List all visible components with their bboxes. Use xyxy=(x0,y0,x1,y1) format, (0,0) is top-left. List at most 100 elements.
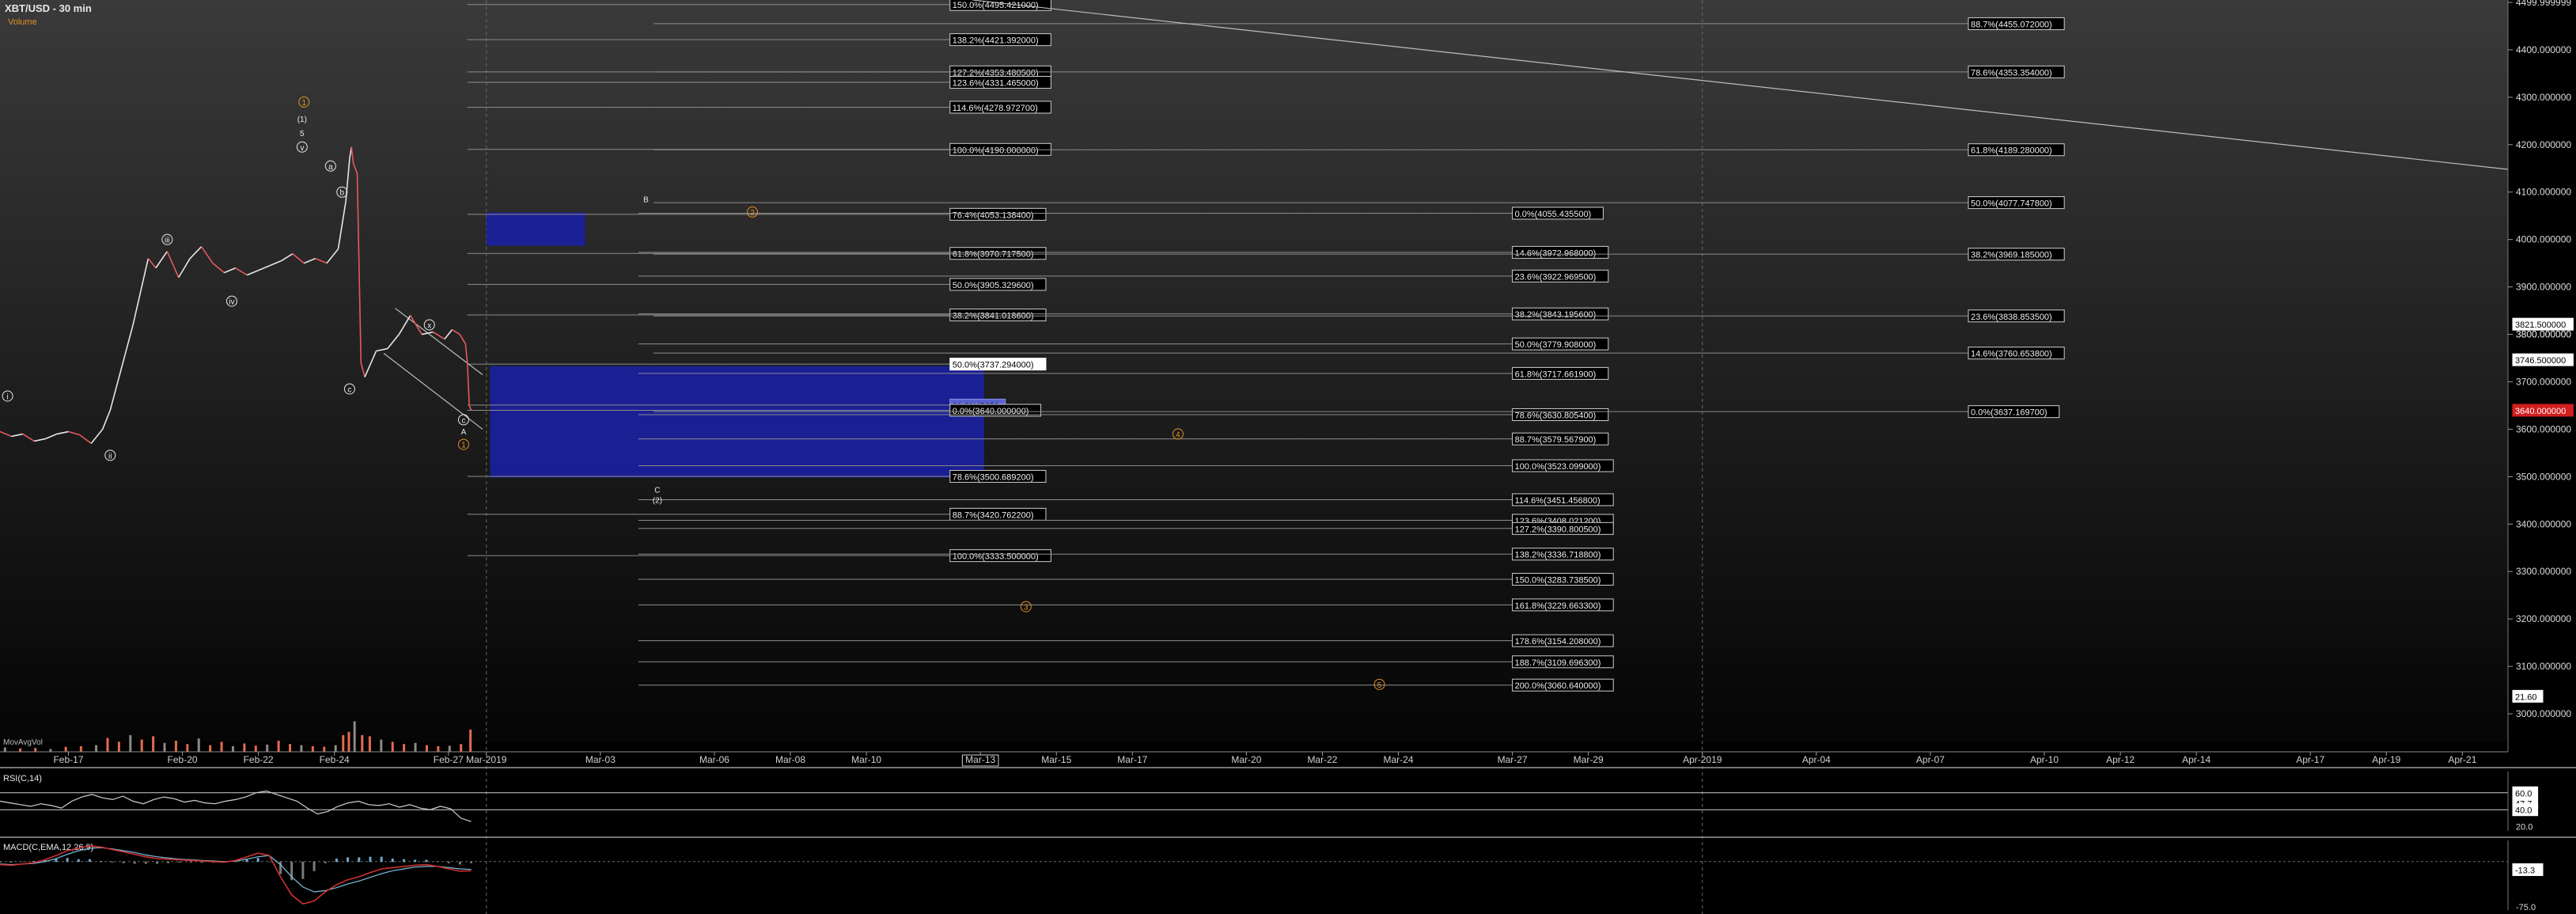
price-tick-label: 3500.000000 xyxy=(2516,471,2571,482)
volume-bar xyxy=(380,739,383,752)
price-tick-label: 4100.000000 xyxy=(2516,187,2571,198)
fib-level-23-tag: 88.7%(3579.567900) xyxy=(1512,432,1609,446)
volume-bar xyxy=(19,748,22,752)
fib-level-14-label: 88.7%(3420.762200) xyxy=(953,510,1034,520)
time-tick-label: Feb-20 xyxy=(168,754,198,765)
time-tick-label: Apr-12 xyxy=(2106,754,2135,765)
price-tick-label: 3600.000000 xyxy=(2516,423,2571,434)
macd-histogram-bar xyxy=(447,861,450,863)
fib-level-24-label: 100.0%(3523.099000) xyxy=(1515,462,1601,472)
wave-label-text: (2) xyxy=(653,497,662,506)
trading-chart[interactable]: 150.0%(4495.421000)138.2%(4421.392000)12… xyxy=(0,0,2576,914)
price-tag-3-tag: 3640.000000 xyxy=(2512,404,2574,417)
time-tick-label: Apr-14 xyxy=(2182,754,2210,765)
fib-level-40-tag: 14.6%(3760.653800) xyxy=(1968,347,2065,360)
time-tick-label: Apr-19 xyxy=(2372,754,2400,765)
wave-label-text: 1 xyxy=(301,99,306,108)
volume-bar xyxy=(347,731,350,752)
fib-level-38-tag: 38.2%(3969.185000) xyxy=(1968,248,2065,261)
wave-label-text: ii xyxy=(108,452,112,461)
fib-level-4-tag: 114.6%(4278.972700) xyxy=(949,101,1051,114)
macd-histogram-bar xyxy=(77,859,80,863)
price-tag-4-label: 21.60 xyxy=(2515,692,2537,702)
volume-average-label: MovAvgVol xyxy=(3,738,43,747)
rsi-title: RSI(C,14) xyxy=(3,774,42,783)
price-tick-label: 3700.000000 xyxy=(2516,376,2571,387)
volume-bar xyxy=(311,746,314,752)
wave-label-text: 3 xyxy=(1024,604,1029,612)
volume-bar xyxy=(231,746,234,752)
macd-histogram-bar xyxy=(32,861,36,863)
wave-label-text: C xyxy=(654,487,660,495)
price-tick-label: 3300.000000 xyxy=(2516,566,2571,577)
fib-level-18-tag: 23.6%(3922.969500) xyxy=(1512,269,1609,283)
price-tag-4-tag: 21.60 xyxy=(2512,689,2544,703)
time-tick-label: Mar-08 xyxy=(775,754,805,765)
macd-histogram-bar xyxy=(335,858,338,863)
time-tick-label: Feb-27 xyxy=(434,754,464,765)
macd-histogram-bar xyxy=(200,861,203,863)
time-tick-label: Apr-07 xyxy=(1916,754,1945,765)
macd-histogram-bar xyxy=(369,856,372,863)
volume-bar xyxy=(49,749,52,752)
wave-label-text: 5 xyxy=(300,130,305,138)
volume-bar xyxy=(323,746,326,752)
volume-bar xyxy=(3,747,6,752)
fib-level-41-tag: 0.0%(3637.169700) xyxy=(1968,405,2060,419)
fib-level-8-label: 50.0%(3905.329600) xyxy=(953,281,1034,290)
price-panel-background xyxy=(0,0,2508,742)
wave-label-text: 2 xyxy=(750,209,755,218)
macd-histogram-bar xyxy=(402,859,405,863)
rsi-tick-2-tag: 40.0 xyxy=(2512,803,2539,817)
volume-bar xyxy=(140,739,143,752)
volume-label: Volume xyxy=(8,17,37,27)
macd-histogram-bar xyxy=(122,861,125,863)
macd-histogram-bar xyxy=(66,858,69,863)
wave-label-text: B xyxy=(643,196,649,205)
time-tick-label: Mar-06 xyxy=(699,754,729,765)
fib-level-0-tag: 150.0%(4495.421000) xyxy=(949,0,1051,11)
macd-histogram-bar xyxy=(436,861,439,863)
macd-histogram-bar xyxy=(256,858,259,863)
volume-bar xyxy=(106,738,109,752)
fib-level-17-tag: 14.6%(3972.968000) xyxy=(1512,245,1609,259)
time-tick-label: Mar-17 xyxy=(1117,754,1147,765)
price-tick-label: 3200.000000 xyxy=(2516,613,2571,624)
macd-histogram-bar xyxy=(88,859,91,863)
volume-bar xyxy=(289,744,292,752)
fib-level-6-label: 76.4%(4053.138400) xyxy=(953,210,1034,220)
zone-wave-b xyxy=(486,212,585,246)
fib-level-3-label: 123.6%(4331.465000) xyxy=(953,79,1039,89)
time-tick-label: Feb-17 xyxy=(53,754,83,765)
wave-label-text: iii xyxy=(165,237,170,245)
fib-level-4-label: 114.6%(4278.972700) xyxy=(953,104,1038,113)
fib-level-16-tag: 0.0%(4055.435500) xyxy=(1512,207,1604,220)
fib-level-25-tag: 114.6%(3451.456800) xyxy=(1512,493,1614,506)
price-tick-label: 3400.000000 xyxy=(2516,518,2571,529)
fib-level-19-label: 38.2%(3843.195600) xyxy=(1515,310,1597,320)
time-tick-label: Mar-2019 xyxy=(466,754,507,765)
volume-bar xyxy=(186,744,189,752)
volume-bar xyxy=(460,744,463,752)
fib-level-14-tag: 88.7%(3420.762200) xyxy=(949,507,1047,521)
price-tag-2-label: 3746.500000 xyxy=(2515,356,2566,366)
wave-label-A: A xyxy=(461,428,467,437)
volume-bar xyxy=(469,730,472,752)
wave-label-text: x xyxy=(427,322,431,331)
fib-level-30-tag: 161.8%(3229.663300) xyxy=(1512,598,1614,612)
volume-bar xyxy=(174,741,177,752)
fib-level-39-label: 23.6%(3838.853500) xyxy=(1971,313,2052,322)
wave-label-text: A xyxy=(461,428,467,437)
volume-bar xyxy=(163,742,166,752)
fib-level-31-label: 178.6%(3154.208000) xyxy=(1515,637,1601,647)
fib-level-37-tag: 50.0%(4077.747800) xyxy=(1968,196,2065,210)
fib-level-28-label: 138.2%(3336.718800) xyxy=(1515,551,1601,560)
price-tick-label: 4000.000000 xyxy=(2516,234,2571,245)
time-tick-label: Mar-15 xyxy=(1041,754,1071,765)
fib-level-7-tag: 61.8%(3970.717500) xyxy=(949,247,1047,260)
price-tick-label: 4200.000000 xyxy=(2516,139,2571,150)
fib-level-10-tag: 50.0%(3737.294000) xyxy=(949,358,1047,371)
fib-level-3-tag: 123.6%(4331.465000) xyxy=(949,76,1051,89)
fib-level-1-label: 138.2%(4421.392000) xyxy=(953,36,1039,46)
time-tick-label: Mar-03 xyxy=(585,754,616,765)
